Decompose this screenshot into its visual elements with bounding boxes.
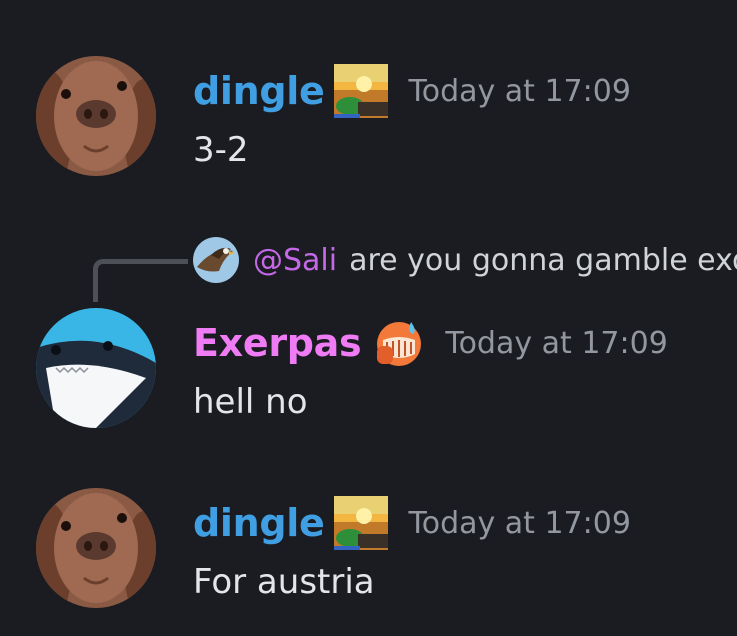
shark-avatar-icon[interactable] (36, 308, 156, 428)
message-text: 3-2 (193, 130, 249, 170)
message-text: hell no (193, 382, 308, 422)
reply-preview[interactable]: @Sali are you gonna gamble exo (193, 237, 737, 283)
sweating-emoji-icon[interactable] (371, 316, 425, 370)
message-text: For austria (193, 562, 375, 602)
timestamp: Today at 17:09 (408, 73, 631, 109)
username[interactable]: dingle (193, 501, 325, 545)
sunset-icon[interactable] (334, 496, 389, 550)
dog-avatar-icon[interactable] (36, 56, 156, 176)
username[interactable]: Exerpas (193, 321, 362, 365)
reply-text[interactable]: are you gonna gamble exo (349, 243, 737, 278)
reply-mention[interactable]: @Sali (253, 243, 337, 278)
dog-avatar-icon[interactable] (36, 488, 156, 608)
username[interactable]: dingle (193, 69, 325, 113)
timestamp: Today at 17:09 (408, 505, 631, 541)
eagle-avatar-icon[interactable] (193, 237, 239, 283)
sunset-icon[interactable] (334, 64, 389, 118)
reply-connector (93, 259, 188, 302)
timestamp: Today at 17:09 (445, 325, 668, 361)
